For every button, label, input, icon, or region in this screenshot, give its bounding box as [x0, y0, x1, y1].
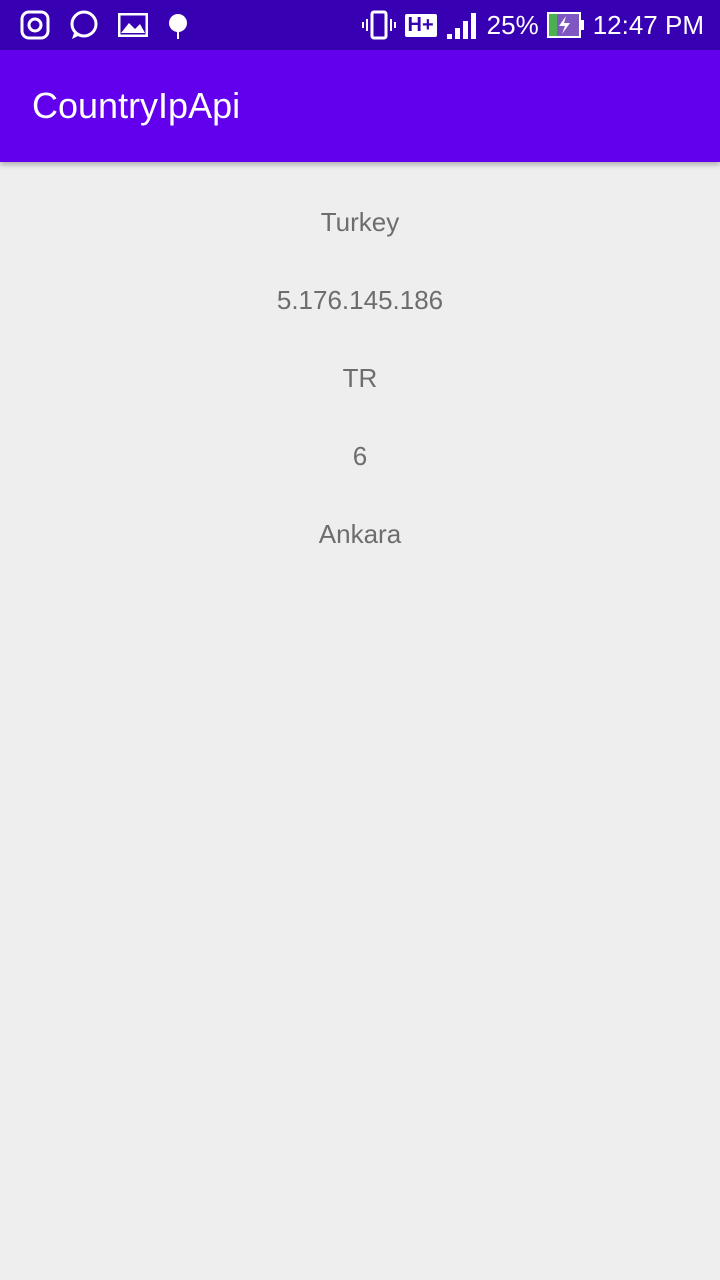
status-bar: H+ 25% 12:47 PM: [0, 0, 720, 50]
city-name: Ankara: [318, 519, 402, 549]
clock: 12:47 PM: [592, 9, 704, 40]
app-bar: CountryIpApi: [0, 50, 720, 162]
battery-charging-icon: [546, 12, 584, 38]
app-title: CountryIpApi: [32, 85, 241, 126]
hplus-network-icon: H+: [404, 13, 437, 37]
whatsapp-icon: [70, 10, 98, 39]
country-name: Turkey: [320, 207, 400, 237]
battery-percent: 25%: [486, 9, 539, 40]
numeric-value: 6: [352, 441, 368, 471]
android-debug-icon: [169, 14, 187, 39]
country-code: TR: [342, 363, 378, 393]
ip-address: 5.176.145.186: [276, 285, 444, 315]
gallery-icon: [118, 13, 148, 37]
signal-icon: [446, 13, 476, 39]
ip-info: Turkey 5.176.145.186 TR 6 Ankara: [0, 162, 720, 596]
vibrate-icon: [361, 10, 396, 40]
instagram-icon: [20, 10, 50, 40]
